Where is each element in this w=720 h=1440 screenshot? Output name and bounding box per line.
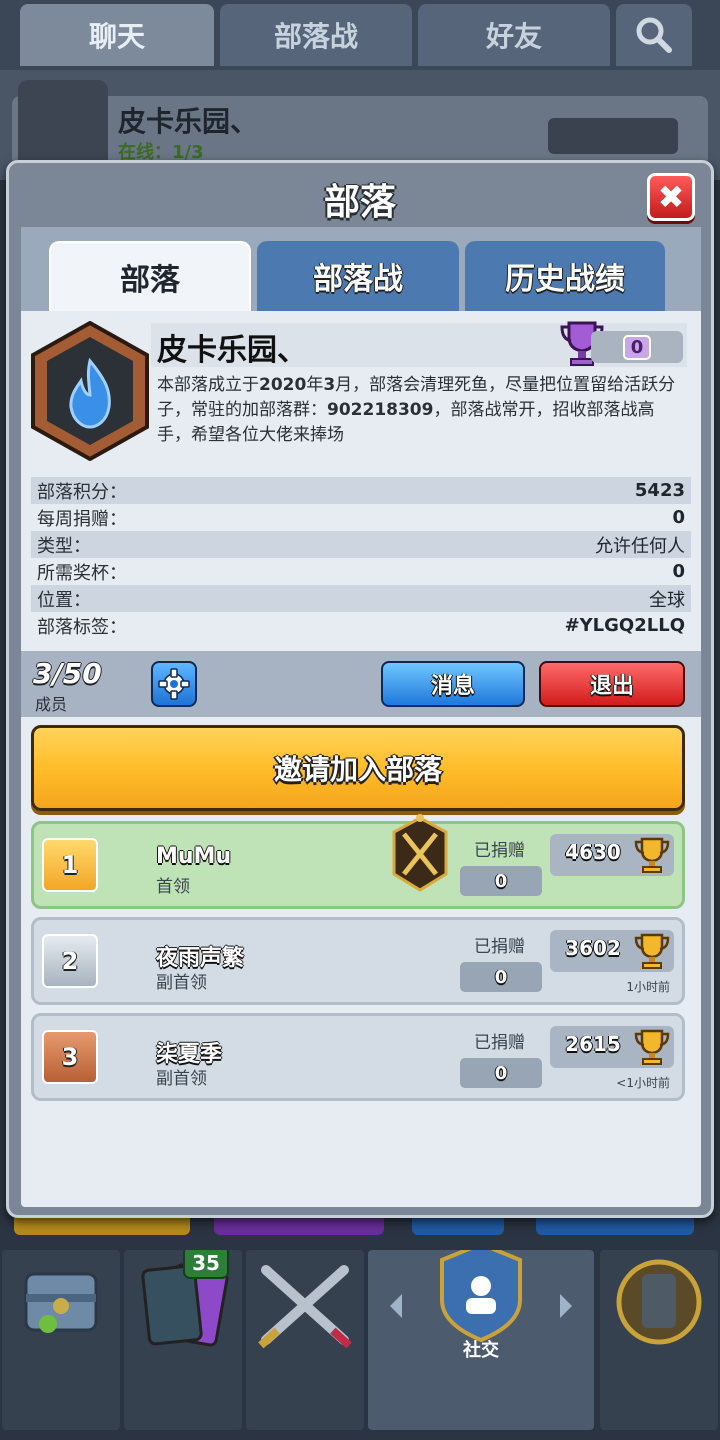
info-value: 0 — [672, 507, 685, 528]
clan-trophy-pill: 0 — [591, 331, 683, 363]
trophy-value: 3602 — [565, 936, 621, 960]
info-value: 5423 — [634, 480, 685, 501]
rank-badge: 1 — [42, 838, 98, 892]
info-row-required-trophies: 所需奖杯： 0 — [31, 558, 691, 585]
close-button[interactable]: ✖ — [647, 173, 695, 221]
info-row-type: 类型： 允许任何人 — [31, 531, 691, 558]
member-role: 副首领 — [156, 1069, 207, 1089]
leader-swords-icon — [392, 814, 448, 892]
close-icon: ✖ — [657, 178, 685, 216]
member-role: 首领 — [156, 877, 190, 897]
clan-description: 本部落成立于2020年3月，部落会清理死鱼，尽量把位置留给活跃分子，常驻的加部落… — [157, 375, 676, 445]
nav-social-label: 社交 — [463, 1339, 499, 1361]
tab-war-history[interactable]: 历史战绩 — [465, 241, 665, 311]
clan-badge-icon — [31, 321, 149, 461]
rank-badge: 2 — [42, 934, 98, 988]
clan-name: 皮卡乐园、 — [157, 333, 307, 368]
donated-value: 0 — [460, 1058, 542, 1088]
donated-label: 已捐赠 — [474, 1033, 525, 1053]
arrow-right-icon — [560, 1294, 572, 1318]
tab-friends[interactable]: 好友 — [418, 4, 610, 66]
gold-trophy-icon — [634, 933, 670, 969]
member-role: 副首领 — [156, 973, 207, 993]
member-count: 3/50 — [33, 657, 102, 690]
info-value: 0 — [672, 561, 685, 582]
nav-battle[interactable] — [246, 1250, 364, 1430]
social-shield-icon: 社交 — [390, 1241, 572, 1361]
gold-trophy-icon — [634, 1029, 670, 1065]
member-label: 成员 — [35, 695, 68, 714]
info-label: 所需奖杯： — [37, 562, 127, 584]
member-row[interactable]: 1 MuMu 首领 已捐赠 0 4630 — [31, 814, 685, 909]
message-button[interactable]: 消息 — [381, 661, 525, 707]
background-clan-name: 皮卡乐园、 — [118, 105, 259, 138]
tab-clan-war-modal[interactable]: 部落战 — [257, 241, 459, 311]
tab-chat[interactable]: 聊天 — [20, 4, 214, 66]
modal-title: 部落 — [323, 182, 396, 223]
nav-cards[interactable]: 35 — [124, 1245, 242, 1430]
gear-icon — [158, 668, 190, 700]
nav-shop[interactable] — [2, 1250, 120, 1430]
tab-clan-war[interactable]: 部落战 — [220, 4, 412, 66]
tab-clan[interactable]: 部落 — [49, 241, 251, 311]
cards-badge: 35 — [192, 1251, 220, 1275]
info-row-clan-score: 部落积分： 5423 — [31, 477, 691, 504]
info-row-weekly-donations: 每周捐赠： 0 — [31, 504, 691, 531]
laurel-icon — [616, 1259, 702, 1345]
last-seen: 1小时前 — [626, 980, 670, 994]
donated-label: 已捐赠 — [474, 937, 525, 957]
chest-icon — [24, 1272, 98, 1333]
info-label: 每周捐赠： — [37, 508, 127, 530]
member-name: MuMu — [156, 844, 232, 869]
exit-button[interactable]: 退出 — [539, 661, 685, 707]
clan-trophy-value: 0 — [622, 334, 652, 360]
rank-badge: 3 — [42, 1030, 98, 1084]
info-row-clan-tag: 部落标签： #YLGQ2LLQ — [31, 612, 691, 639]
modal-content: 部落 部落战 历史战绩 皮卡乐园、 0 本部落成立于2020年3月，部落会清理死… — [21, 227, 701, 1207]
clan-modal: 部落 ✖ 部落 部落战 历史战绩 皮卡乐园、 0 本部落成立于2020年3月，部… — [6, 160, 714, 1218]
nav-events[interactable] — [600, 1250, 718, 1430]
clan-info-table: 部落积分： 5423 每周捐赠： 0 类型： 允许任何人 所需奖杯： 0 位置：… — [31, 477, 691, 639]
info-value: 允许任何人 — [595, 535, 685, 557]
nav-social[interactable]: 社交 — [368, 1241, 594, 1430]
member-row[interactable]: 3 柒夏季 副首领 已捐赠 0 2615 <1小时前 — [31, 1013, 685, 1101]
invite-button[interactable]: 邀请加入部落 — [31, 725, 685, 811]
settings-button[interactable] — [151, 661, 197, 707]
info-value[interactable]: #YLGQ2LLQ — [565, 615, 685, 636]
cards-icon: 35 — [141, 1245, 229, 1347]
crossed-swords-icon — [258, 1265, 352, 1349]
search-icon — [636, 17, 672, 53]
info-row-location: 位置： 全球 — [31, 585, 691, 612]
donated-value: 0 — [460, 962, 542, 992]
trophy-value: 2615 — [565, 1032, 621, 1056]
last-seen: <1小时前 — [616, 1076, 670, 1090]
member-row[interactable]: 2 夜雨声繁 副首领 已捐赠 0 3602 1小时前 — [31, 917, 685, 1005]
arrow-left-icon — [390, 1294, 402, 1318]
info-label: 部落标签： — [37, 616, 127, 638]
search-button[interactable] — [616, 4, 692, 66]
info-label: 位置： — [37, 589, 91, 611]
donated-value: 0 — [460, 866, 542, 896]
info-label: 部落积分： — [37, 481, 127, 503]
info-label: 类型： — [37, 535, 91, 557]
background-clan-badge-icon — [18, 80, 108, 170]
trophy-value: 4630 — [565, 840, 621, 864]
info-value: 全球 — [649, 589, 685, 611]
donated-label: 已捐赠 — [474, 841, 525, 861]
background-trophy-pill — [548, 118, 678, 154]
gold-trophy-icon — [634, 837, 670, 873]
